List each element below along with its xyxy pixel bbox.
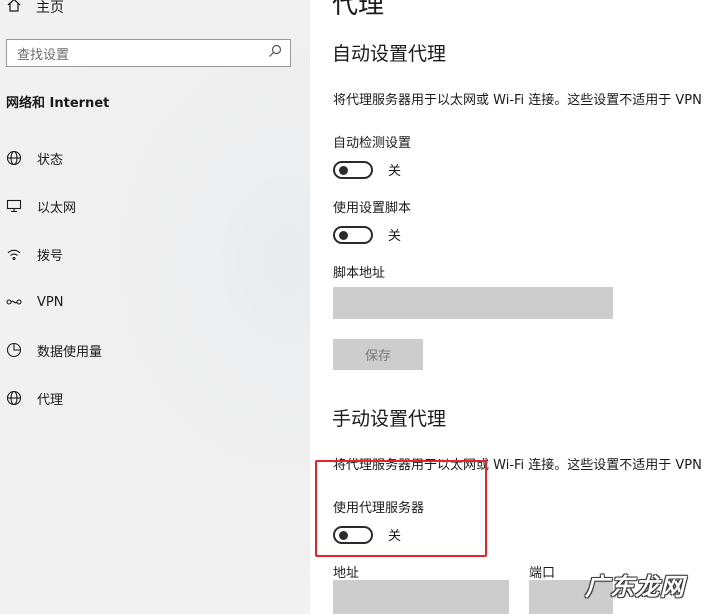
ethernet-icon — [6, 198, 22, 214]
auto-detect-state: 关 — [388, 164, 402, 179]
watermark-text: 广东龙网 — [585, 573, 685, 601]
proxy-globe-icon — [6, 390, 22, 406]
manual-proxy-heading: 手动设置代理 — [332, 408, 447, 430]
sidebar-item-status[interactable]: 状态 — [6, 146, 63, 170]
settings-sidebar: 主页 查找设置 网络和 Internet 状态 以太网 拨号 VPN 数据使用量… — [0, 0, 310, 614]
sidebar-item-label: 以太网 — [37, 200, 77, 216]
auto-detect-toggle[interactable] — [333, 160, 373, 179]
globe-status-icon — [6, 150, 22, 166]
proxy-settings-pane: 代理 自动设置代理 将代理服务器用于以太网或 Wi-Fi 连接。这些设置不适用于… — [310, 0, 719, 614]
script-address-input[interactable] — [333, 287, 613, 319]
setup-script-state: 关 — [388, 229, 402, 244]
setup-script-toggle[interactable] — [333, 225, 373, 244]
search-icon[interactable] — [268, 44, 282, 62]
sidebar-item-label: 状态 — [37, 152, 64, 168]
sidebar-item-label: 数据使用量 — [37, 344, 103, 360]
dialup-icon — [6, 246, 22, 262]
sidebar-item-data-usage[interactable]: 数据使用量 — [6, 338, 102, 362]
sidebar-item-ethernet[interactable]: 以太网 — [6, 194, 76, 218]
setup-script-label: 使用设置脚本 — [333, 201, 412, 216]
vpn-icon — [6, 294, 22, 310]
sidebar-item-vpn[interactable]: VPN — [6, 290, 63, 314]
sidebar-item-label: 代理 — [37, 392, 64, 408]
home-icon — [6, 0, 22, 17]
section-title: 网络和 Internet — [6, 96, 110, 111]
setup-script-toggle-row: 关 — [333, 225, 401, 244]
port-label: 端口 — [529, 566, 556, 581]
sidebar-item-proxy[interactable]: 代理 — [6, 386, 63, 410]
page-title: 代理 — [332, 0, 385, 20]
script-address-label: 脚本地址 — [333, 266, 386, 281]
home-nav-item[interactable]: 主页 — [6, 0, 64, 18]
sidebar-item-dialup[interactable]: 拨号 — [6, 242, 63, 266]
auto-detect-label: 自动检测设置 — [333, 136, 412, 151]
address-label: 地址 — [333, 566, 360, 581]
auto-detect-toggle-row: 关 — [333, 160, 401, 179]
sidebar-item-label: VPN — [37, 294, 64, 310]
sidebar-item-label: 拨号 — [37, 248, 64, 264]
data-usage-icon — [6, 342, 22, 358]
settings-search-input[interactable]: 查找设置 — [6, 39, 291, 67]
auto-proxy-description: 将代理服务器用于以太网或 Wi-Fi 连接。这些设置不适用于 VPN — [333, 93, 702, 108]
auto-proxy-heading: 自动设置代理 — [332, 43, 447, 65]
home-label: 主页 — [36, 0, 64, 16]
address-input[interactable] — [333, 580, 509, 614]
search-placeholder: 查找设置 — [17, 47, 70, 63]
save-button[interactable]: 保存 — [333, 339, 423, 370]
red-highlight-box — [315, 460, 487, 557]
